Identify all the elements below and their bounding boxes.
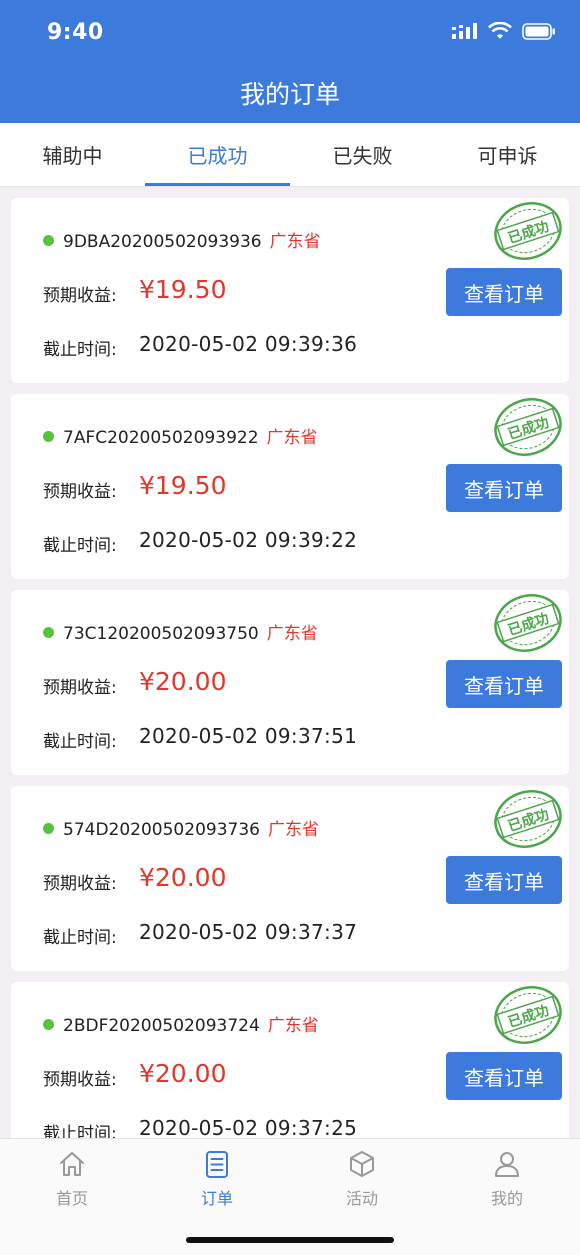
view-order-button[interactable]: 查看订单 bbox=[446, 856, 562, 904]
expected-income-label: 预期收益: bbox=[43, 1070, 117, 1090]
order-status-tabs: 辅助中 已成功 已失败 可申诉 bbox=[0, 123, 580, 187]
order-province: 广东省 bbox=[269, 232, 321, 252]
status-dot bbox=[43, 235, 54, 246]
deadline-value: 2020-05-02 09:37:25 bbox=[139, 1116, 358, 1138]
order-number-line: 574D20200502093736 广东省 bbox=[63, 815, 319, 840]
success-stamp-icon: 已成功 bbox=[494, 202, 562, 260]
deadline-value: 2020-05-02 09:37:37 bbox=[139, 920, 358, 944]
view-order-button[interactable]: 查看订单 bbox=[446, 268, 562, 316]
battery-icon bbox=[522, 22, 555, 40]
home-indicator bbox=[186, 1237, 394, 1243]
expected-income-label: 预期收益: bbox=[43, 678, 117, 698]
expected-income-amount: ¥20.00 bbox=[139, 667, 227, 696]
order-province: 广东省 bbox=[266, 428, 318, 448]
deadline-label: 截止时间: bbox=[43, 1124, 117, 1138]
wifi-icon bbox=[488, 22, 512, 39]
view-order-button[interactable]: 查看订单 bbox=[446, 1052, 562, 1100]
order-number: 2BDF20200502093724 bbox=[63, 1016, 260, 1036]
expected-income-amount: ¥19.50 bbox=[139, 471, 227, 500]
status-time: 9:40 bbox=[47, 20, 104, 45]
deadline-label: 截止时间: bbox=[43, 928, 117, 948]
order-number: 9DBA20200502093936 bbox=[63, 232, 262, 252]
expected-income-amount: ¥19.50 bbox=[139, 275, 227, 304]
status-icons bbox=[452, 22, 556, 40]
success-stamp-icon: 已成功 bbox=[494, 986, 562, 1044]
deadline-value: 2020-05-02 09:39:22 bbox=[139, 528, 358, 552]
order-number-line: 73C120200502093750 广东省 bbox=[63, 619, 318, 644]
tabbar-label-home: 首页 bbox=[55, 1189, 88, 1208]
order-card: 574D20200502093736 广东省 预期收益: ¥20.00 截止时间:… bbox=[11, 786, 569, 971]
deadline-label: 截止时间: bbox=[43, 536, 117, 556]
app-header: 9:40 我的订单 bbox=[0, 0, 580, 123]
status-dot bbox=[43, 1019, 54, 1030]
order-card: 73C120200502093750 广东省 预期收益: ¥20.00 截止时间:… bbox=[11, 590, 569, 775]
order-number-line: 7AFC20200502093922 广东省 bbox=[63, 423, 318, 448]
order-list-icon bbox=[206, 1151, 228, 1178]
view-order-button[interactable]: 查看订单 bbox=[446, 660, 562, 708]
tabbar-item-activity[interactable]: 活动 bbox=[312, 1149, 412, 1209]
tabbar-item-orders[interactable]: 订单 bbox=[167, 1149, 267, 1209]
user-icon bbox=[495, 1152, 519, 1177]
order-province: 广东省 bbox=[266, 624, 318, 644]
deadline-value: 2020-05-02 09:39:36 bbox=[139, 332, 358, 356]
tab-appealable[interactable]: 可申诉 bbox=[435, 123, 580, 186]
expected-income-label: 预期收益: bbox=[43, 874, 117, 894]
tabbar-label-activity: 活动 bbox=[345, 1189, 378, 1208]
order-card: 2BDF20200502093724 广东省 预期收益: ¥20.00 截止时间:… bbox=[11, 982, 569, 1138]
home-icon bbox=[60, 1152, 84, 1176]
expected-income-amount: ¥20.00 bbox=[139, 1059, 227, 1088]
status-dot bbox=[43, 627, 54, 638]
success-stamp-icon: 已成功 bbox=[494, 790, 562, 848]
deadline-label: 截止时间: bbox=[43, 732, 117, 752]
order-list[interactable]: 9DBA20200502093936 广东省 预期收益: ¥19.50 截止时间:… bbox=[0, 187, 580, 1138]
order-province: 广东省 bbox=[267, 1016, 319, 1036]
tabbar-item-mine[interactable]: 我的 bbox=[457, 1149, 557, 1209]
signal-icon bbox=[452, 23, 477, 39]
tab-succeeded[interactable]: 已成功 bbox=[145, 123, 290, 186]
status-dot bbox=[43, 823, 54, 834]
order-number: 574D20200502093736 bbox=[63, 820, 260, 840]
expected-income-amount: ¥20.00 bbox=[139, 863, 227, 892]
deadline-value: 2020-05-02 09:37:51 bbox=[139, 724, 358, 748]
tab-assisting[interactable]: 辅助中 bbox=[0, 123, 145, 186]
order-number-line: 2BDF20200502093724 广东省 bbox=[63, 1011, 319, 1036]
tab-failed[interactable]: 已失败 bbox=[290, 123, 435, 186]
page-title: 我的订单 bbox=[239, 80, 340, 109]
success-stamp-icon: 已成功 bbox=[494, 594, 562, 652]
success-stamp-icon: 已成功 bbox=[494, 398, 562, 456]
order-card: 7AFC20200502093922 广东省 预期收益: ¥19.50 截止时间:… bbox=[11, 394, 569, 579]
order-card: 9DBA20200502093936 广东省 预期收益: ¥19.50 截止时间:… bbox=[11, 198, 569, 383]
order-number: 7AFC20200502093922 bbox=[63, 428, 259, 448]
box-icon bbox=[350, 1151, 374, 1177]
order-number-line: 9DBA20200502093936 广东省 bbox=[63, 227, 321, 252]
view-order-button[interactable]: 查看订单 bbox=[446, 464, 562, 512]
expected-income-label: 预期收益: bbox=[43, 482, 117, 502]
order-province: 广东省 bbox=[267, 820, 319, 840]
tabbar-item-home[interactable]: 首页 bbox=[22, 1149, 122, 1209]
tabbar-label-mine: 我的 bbox=[490, 1189, 523, 1208]
tabbar-label-orders: 订单 bbox=[200, 1189, 233, 1208]
deadline-label: 截止时间: bbox=[43, 340, 117, 360]
expected-income-label: 预期收益: bbox=[43, 286, 117, 306]
status-dot bbox=[43, 431, 54, 442]
order-number: 73C120200502093750 bbox=[63, 624, 259, 644]
